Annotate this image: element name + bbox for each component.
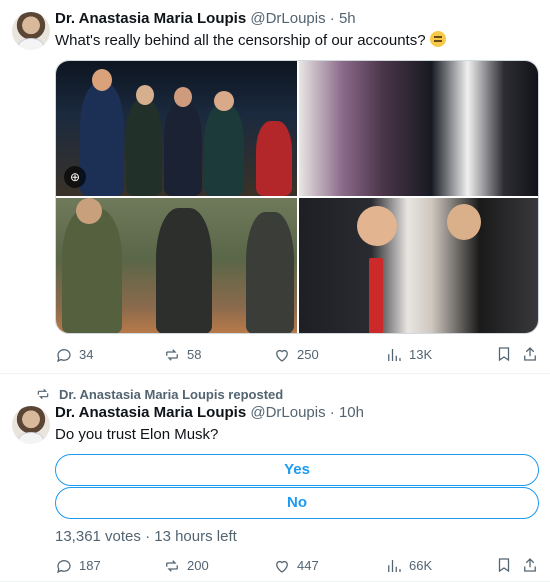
views-icon: [388, 349, 401, 361]
like-count: 447: [297, 558, 319, 573]
repost-icon: [166, 560, 178, 572]
like-button[interactable]: 447: [273, 556, 319, 576]
like-icon: [276, 349, 288, 362]
like-button[interactable]: 250: [273, 345, 319, 365]
repost-button[interactable]: 58: [163, 345, 201, 365]
author-handle[interactable]: @DrLoupis: [250, 404, 325, 421]
tweet-header: Dr. Anastasia Maria Loupis @DrLoupis · 5…: [55, 9, 356, 29]
reply-count: 187: [79, 558, 101, 573]
bookmark-icon: [498, 347, 510, 362]
repost-count: 200: [187, 558, 209, 573]
repost-icon: [37, 388, 49, 400]
reply-icon: [57, 349, 71, 363]
poll-option-no[interactable]: No: [55, 487, 539, 519]
views-button[interactable]: 13K: [385, 345, 432, 365]
avatar[interactable]: [12, 406, 50, 444]
tweet-text: Do you trust Elon Musk?: [55, 426, 219, 443]
thinking-face-icon: [429, 31, 446, 47]
repost-icon: [166, 349, 178, 361]
views-button[interactable]: 66K: [385, 556, 432, 576]
tweet-actions: 187 200 447 66K: [55, 556, 539, 576]
author-handle[interactable]: @DrLoupis: [250, 10, 325, 27]
bookmark-button[interactable]: [495, 556, 513, 574]
tweet-text-content: What's really behind all the censorship …: [55, 32, 426, 49]
tweet-header: Dr. Anastasia Maria Loupis @DrLoupis · 1…: [55, 403, 364, 423]
poll-option-yes[interactable]: Yes: [55, 454, 539, 486]
reply-count: 34: [79, 347, 94, 362]
share-icon: [524, 347, 536, 361]
tweet-text: What's really behind all the censorship …: [55, 31, 446, 51]
timestamp[interactable]: 5h: [339, 10, 356, 27]
media-grid[interactable]: ⊕: [55, 60, 539, 334]
photo-2[interactable]: [299, 61, 538, 196]
separator: ·: [329, 10, 335, 27]
separator: ·: [329, 404, 335, 421]
photo-1[interactable]: ⊕: [56, 61, 297, 196]
views-icon: [388, 560, 401, 572]
bookmark-button[interactable]: [495, 345, 513, 363]
share-button[interactable]: [521, 345, 539, 363]
photo-3[interactable]: [56, 198, 297, 333]
reply-button[interactable]: 34: [55, 345, 93, 365]
views-count: 13K: [409, 347, 433, 362]
repost-indicator[interactable]: Dr. Anastasia Maria Loupis reposted: [35, 386, 283, 402]
repost-label: Dr. Anastasia Maria Loupis reposted: [59, 386, 284, 402]
share-button[interactable]: [521, 556, 539, 574]
reply-button[interactable]: 187: [55, 556, 101, 576]
repost-count: 58: [187, 347, 202, 362]
author-name[interactable]: Dr. Anastasia Maria Loupis: [55, 10, 246, 27]
poll-meta: 13,361 votes · 13 hours left: [55, 528, 237, 545]
photo-4[interactable]: [299, 198, 538, 333]
tweet[interactable]: Dr. Anastasia Maria Loupis @DrLoupis · 5…: [0, 0, 550, 374]
repost-button[interactable]: 200: [163, 556, 209, 576]
like-count: 250: [297, 347, 319, 362]
like-icon: [276, 560, 288, 573]
share-icon: [524, 558, 536, 572]
tweet[interactable]: Dr. Anastasia Maria Loupis reposted Dr. …: [0, 374, 550, 582]
author-name[interactable]: Dr. Anastasia Maria Loupis: [55, 404, 246, 421]
tweet-actions: 34 58 250 13K: [55, 345, 539, 365]
avatar[interactable]: [12, 12, 50, 50]
alt-text-icon[interactable]: ⊕: [64, 166, 86, 188]
bookmark-icon: [498, 558, 510, 573]
views-count: 66K: [409, 558, 433, 573]
timestamp[interactable]: 10h: [339, 404, 364, 421]
reply-icon: [57, 560, 71, 574]
